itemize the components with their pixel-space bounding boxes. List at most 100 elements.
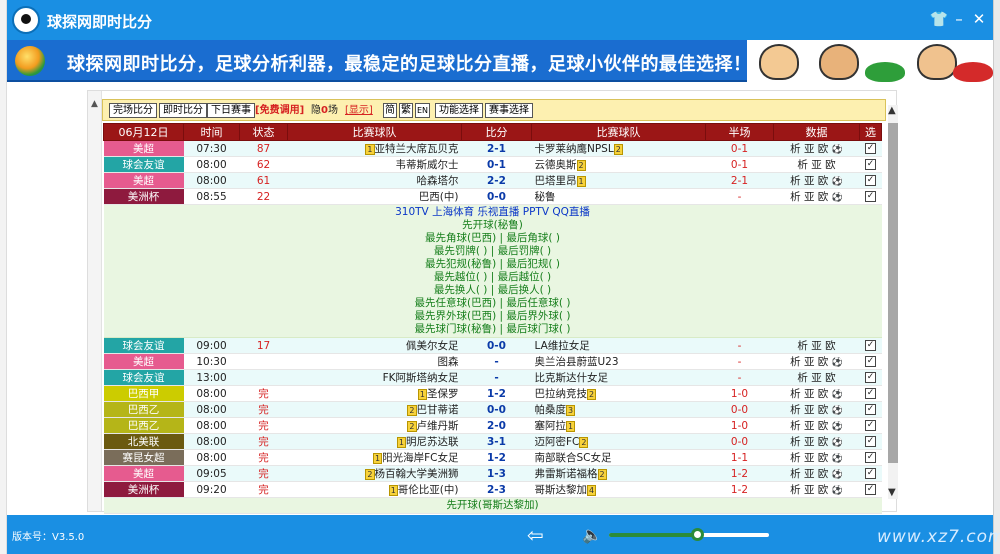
away-team-cell[interactable]: 巴塔里昂 1 (531, 172, 706, 189)
match-score[interactable]: 1-3 (461, 465, 532, 482)
away-team[interactable]: 巴塔里昂 (535, 175, 577, 187)
select-checkbox[interactable]: ✓ (865, 175, 876, 186)
select-checkbox[interactable]: ✓ (865, 356, 876, 367)
home-team[interactable]: 圣保罗 (427, 388, 459, 400)
away-team-cell[interactable]: 巴拉纳竞技 2 (531, 385, 706, 402)
match-score[interactable]: - (461, 353, 532, 370)
select-cell[interactable]: ✓ (859, 417, 882, 434)
analysis-links[interactable]: 析 亚 欧 (790, 404, 828, 416)
select-checkbox[interactable]: ✓ (865, 191, 876, 202)
select-checkbox[interactable]: ✓ (865, 340, 876, 351)
away-team[interactable]: 塞阿拉 (535, 420, 567, 432)
function-select-button[interactable]: 功能选择 (435, 103, 483, 118)
home-team[interactable]: 明尼苏达联 (406, 436, 459, 448)
league-badge[interactable]: 巴西乙 (103, 417, 184, 434)
league-badge[interactable]: 美超 (103, 353, 184, 370)
scroll-down-icon[interactable]: ▼ (888, 487, 896, 498)
away-team[interactable]: 云德奥斯 (535, 159, 577, 171)
league-badge[interactable]: 赛昆女超 (103, 449, 184, 466)
league-badge[interactable]: 美洲杯 (103, 481, 184, 498)
soccer-ball-icon[interactable]: ⚽ (832, 390, 843, 400)
home-team[interactable]: 杨百翰大学美洲狮 (375, 468, 459, 480)
home-team[interactable]: 佩美尔女足 (406, 340, 459, 352)
home-team[interactable]: 阳光海岸FC女足 (382, 452, 458, 464)
home-team[interactable]: 巴西(中) (419, 191, 459, 203)
home-team-cell[interactable]: 韦蒂斯威尔士 (287, 156, 462, 173)
home-team-cell[interactable]: 2 巴甘蒂诺 (287, 401, 462, 418)
match-score[interactable]: 0-1 (461, 156, 532, 173)
home-team-cell[interactable]: 哈森塔尔 (287, 172, 462, 189)
select-cell[interactable]: ✓ (859, 449, 882, 466)
analysis-links[interactable]: 析 亚 欧 (790, 484, 828, 496)
away-team[interactable]: 秘鲁 (535, 191, 556, 203)
analysis-links[interactable]: 析 亚 欧 (790, 468, 828, 480)
data-links[interactable]: 析 亚 欧 ⚽ (773, 417, 860, 434)
analysis-links[interactable]: 析 亚 欧 (797, 159, 835, 171)
select-checkbox[interactable]: ✓ (865, 420, 876, 431)
analysis-links[interactable]: 析 亚 欧 (790, 356, 828, 368)
home-team[interactable]: 巴甘蒂诺 (417, 404, 459, 416)
tv-channel-link[interactable]: PPTV (523, 206, 549, 218)
match-score[interactable]: 1-2 (461, 449, 532, 466)
away-team[interactable]: LA维拉女足 (535, 340, 590, 352)
home-team[interactable]: 卢维丹斯 (417, 420, 459, 432)
data-links[interactable]: 析 亚 欧 ⚽ (773, 140, 860, 157)
select-cell[interactable]: ✓ (859, 188, 882, 205)
match-score[interactable]: 2-0 (461, 417, 532, 434)
tab-finished-scores[interactable]: 完场比分 (109, 103, 157, 118)
simplified-button[interactable]: 简 (383, 103, 397, 118)
away-team-cell[interactable]: LA维拉女足 (531, 337, 706, 354)
table-row[interactable]: 美超 09:05 完 2 杨百翰大学美洲狮 1-3 弗雷斯诺福格 2 1-2 析 亚 欧 ⚽ ✓ (103, 465, 882, 482)
tab-next-day[interactable]: 下日赛事 (207, 103, 255, 118)
home-team-cell[interactable]: 2 杨百翰大学美洲狮 (287, 465, 462, 482)
home-team-cell[interactable]: 1 阳光海岸FC女足 (287, 449, 462, 466)
league-badge[interactable]: 巴西乙 (103, 401, 184, 418)
match-score[interactable]: 3-1 (461, 433, 532, 450)
table-row[interactable]: 美洲杯 08:55 22 巴西(中) 0-0 秘鲁 - 析 亚 欧 ⚽ ✓ (103, 188, 882, 205)
data-links[interactable]: 析 亚 欧 (773, 369, 860, 386)
away-team[interactable]: 帕桑度 (535, 404, 567, 416)
table-row[interactable]: 美洲杯 09:20 完 1 哥伦比亚(中) 2-3 哥斯达黎加 4 1-2 析 亚 欧 ⚽ ✓ (103, 481, 882, 498)
show-hidden-link[interactable]: [显示] (345, 103, 373, 118)
home-team[interactable]: 韦蒂斯威尔士 (396, 159, 459, 171)
league-badge[interactable]: 北美联 (103, 433, 184, 450)
away-team[interactable]: 迈阿密FC (535, 436, 580, 448)
analysis-links[interactable]: 析 亚 欧 (790, 175, 828, 187)
match-score[interactable]: 2-2 (461, 172, 532, 189)
data-links[interactable]: 析 亚 欧 ⚽ (773, 401, 860, 418)
soccer-ball-icon[interactable]: ⚽ (832, 422, 843, 432)
away-team-cell[interactable]: 帕桑度 3 (531, 401, 706, 418)
data-links[interactable]: 析 亚 欧 ⚽ (773, 353, 860, 370)
data-links[interactable]: 析 亚 欧 (773, 337, 860, 354)
home-team-cell[interactable]: 图森 (287, 353, 462, 370)
select-checkbox[interactable]: ✓ (865, 436, 876, 447)
soccer-ball-icon[interactable]: ⚽ (832, 406, 843, 416)
away-team[interactable]: 比克斯达什女足 (535, 372, 609, 384)
away-team[interactable]: 奥兰治县蔚蓝U23 (535, 356, 619, 368)
traditional-button[interactable]: 繁 (399, 103, 413, 118)
home-team-cell[interactable]: 1 圣保罗 (287, 385, 462, 402)
match-select-button[interactable]: 赛事选择 (485, 103, 533, 118)
table-row[interactable]: 美超 10:30 图森 - 奥兰治县蔚蓝U23- 析 亚 欧 ⚽ ✓ (103, 353, 882, 370)
soccer-ball-icon[interactable]: ⚽ (832, 470, 843, 480)
table-row[interactable]: 赛昆女超 08:00 完 1 阳光海岸FC女足 1-2 南部联合SC女足 1-1 析 亚 欧 ⚽… (103, 449, 882, 466)
data-links[interactable]: 析 亚 欧 ⚽ (773, 385, 860, 402)
away-team[interactable]: 巴拉纳竞技 (535, 388, 588, 400)
away-team-cell[interactable]: 弗雷斯诺福格 2 (531, 465, 706, 482)
home-team[interactable]: FK阿斯塔纳女足 (383, 372, 459, 384)
away-team[interactable]: 哥斯达黎加 (535, 484, 588, 496)
select-cell[interactable]: ✓ (859, 465, 882, 482)
match-score[interactable]: 0-0 (461, 337, 532, 354)
match-score[interactable]: 0-0 (461, 188, 532, 205)
home-team-cell[interactable]: 2 卢维丹斯 (287, 417, 462, 434)
table-row[interactable]: 球会友谊 13:00 FK阿斯塔纳女足 - 比克斯达什女足 - 析 亚 欧 ✓ (103, 369, 882, 386)
analysis-links[interactable]: 析 亚 欧 (790, 420, 828, 432)
table-row[interactable]: 巴西甲 08:00 完 1 圣保罗 1-2 巴拉纳竞技 2 1-0 析 亚 欧 ⚽ ✓ (103, 385, 882, 402)
select-cell[interactable]: ✓ (859, 401, 882, 418)
away-team-cell[interactable]: 南部联合SC女足 (531, 449, 706, 466)
select-checkbox[interactable]: ✓ (865, 388, 876, 399)
data-links[interactable]: 析 亚 欧 ⚽ (773, 481, 860, 498)
select-checkbox[interactable]: ✓ (865, 159, 876, 170)
soccer-ball-icon[interactable]: ⚽ (832, 177, 843, 187)
home-team[interactable]: 哈森塔尔 (417, 175, 459, 187)
